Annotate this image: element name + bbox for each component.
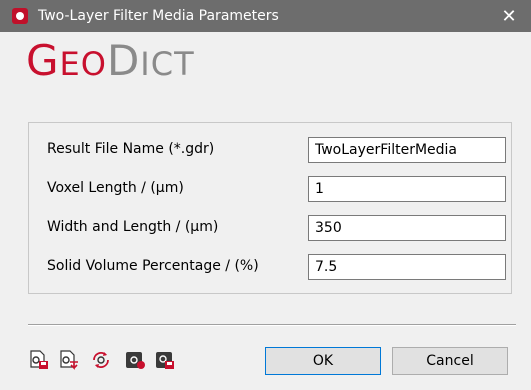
load-settings-icon[interactable] xyxy=(58,349,80,371)
width-length-row: Width and Length / (µm) xyxy=(29,215,511,241)
width-length-input[interactable] xyxy=(308,215,506,241)
app-icon xyxy=(12,8,28,24)
result-file-name-label: Result File Name (*.gdr) xyxy=(47,141,215,157)
logo-letter-g: G xyxy=(26,36,60,85)
parameters-group: Result File Name (*.gdr) Voxel Length / … xyxy=(28,122,512,294)
window-title: Two-Layer Filter Media Parameters xyxy=(38,8,279,24)
logo-letters-eo: EO xyxy=(59,45,107,83)
record-macro-icon[interactable] xyxy=(124,349,146,371)
result-file-name-row: Result File Name (*.gdr) xyxy=(29,137,511,163)
result-file-name-input[interactable] xyxy=(308,137,506,163)
save-macro-icon[interactable] xyxy=(154,349,176,371)
separator xyxy=(28,324,516,326)
ok-button[interactable]: OK xyxy=(265,347,381,375)
save-settings-icon[interactable] xyxy=(28,349,50,371)
cancel-button[interactable]: Cancel xyxy=(392,347,508,375)
dialog-window: Two-Layer Filter Media Parameters ✕ GEOD… xyxy=(0,0,531,390)
logo-letter-d: D xyxy=(106,36,141,85)
voxel-length-label: Voxel Length / (µm) xyxy=(47,180,184,196)
title-bar[interactable]: Two-Layer Filter Media Parameters ✕ xyxy=(0,0,531,32)
solid-volume-row: Solid Volume Percentage / (%) xyxy=(29,254,511,280)
solid-volume-input[interactable] xyxy=(308,254,506,280)
voxel-length-row: Voxel Length / (µm) xyxy=(29,176,511,202)
geodict-logo: GEODICT xyxy=(26,40,195,82)
width-length-label: Width and Length / (µm) xyxy=(47,219,219,235)
solid-volume-label: Solid Volume Percentage / (%) xyxy=(47,258,259,274)
close-button[interactable]: ✕ xyxy=(487,0,531,32)
voxel-length-input[interactable] xyxy=(308,176,506,202)
logo-letters-ict: ICT xyxy=(140,45,195,83)
reset-settings-icon[interactable] xyxy=(90,349,112,371)
